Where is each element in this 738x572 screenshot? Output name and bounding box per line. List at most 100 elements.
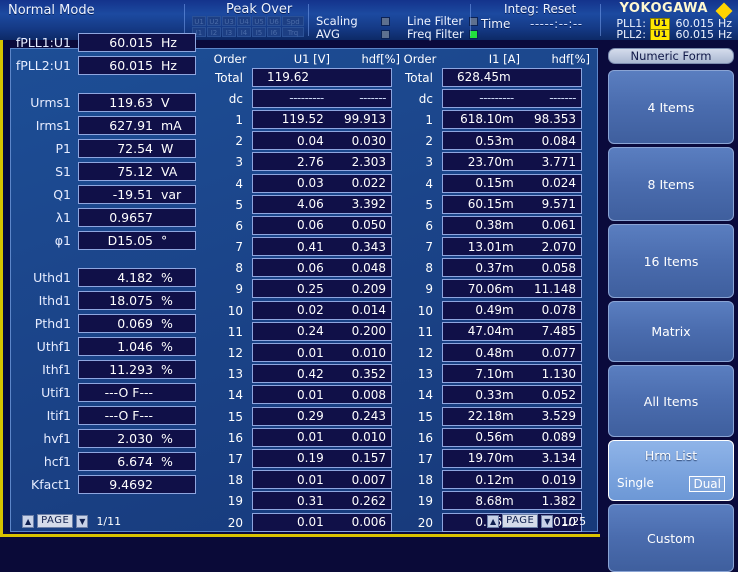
voltage-h16-value: 0.01: [297, 430, 324, 445]
peak-over-cell-trq: Trq: [282, 27, 304, 37]
current-h17-value: 19.70m: [467, 451, 514, 466]
harmonic-row: 2 0.53m 0.084: [398, 131, 596, 152]
harmonic-row: 6 0.06 0.050: [208, 215, 406, 236]
current-h13-hdf: 1.130: [541, 366, 576, 381]
header-hdf: hdf[%]: [551, 51, 590, 66]
divider: [600, 4, 601, 36]
harmonic-row: 18 0.12m 0.019: [398, 470, 596, 491]
harmonic-row: 12 0.01 0.010: [208, 342, 406, 363]
measurement-row: hcf1 6.674%: [14, 451, 196, 472]
current-h13-value: 7.10m: [475, 366, 514, 381]
voltage-h12-hdf: 0.010: [351, 345, 386, 360]
softkey-all-items[interactable]: All Items: [608, 365, 734, 437]
current-h14-value-box: 0.33m 0.052: [442, 385, 582, 405]
page-down-icon[interactable]: ▼: [76, 514, 89, 528]
current-h7-value-box: 13.01m 2.070: [442, 237, 582, 257]
peak-over-indicator-grid: U1 U2 U3 U4 U5 U6 Spd I1 I2 I3 I4 I5 I6 Trq: [192, 16, 304, 37]
softkey-4-items[interactable]: 4 Items: [608, 70, 734, 144]
current-h4-value: 0.15m: [475, 176, 514, 191]
current-h15-hdf: 3.529: [541, 409, 576, 424]
header-hdf: hdf[%]: [361, 51, 400, 66]
page-down-icon[interactable]: ▼: [541, 514, 554, 528]
voltage-h12-order: 12: [227, 346, 243, 361]
voltage-h8-value: 0.06: [297, 260, 324, 275]
softkey-custom[interactable]: Custom: [608, 504, 734, 572]
harmonic-row: 11 0.24 0.200: [208, 321, 406, 342]
distortion-value-box-4: 11.293%: [78, 360, 196, 379]
harmonic-row: 10 0.02 0.014: [208, 300, 406, 321]
harmonic-row: 5 60.15m 9.571: [398, 194, 596, 215]
voltage-h7-order: 7: [235, 240, 243, 255]
voltage-h14-value: 0.01: [297, 387, 324, 402]
current-h11-hdf: 7.485: [541, 324, 576, 339]
voltage-h6-hdf: 0.050: [351, 218, 386, 233]
voltage-h6-value: 0.06: [297, 218, 324, 233]
current-h10-value: 0.49m: [475, 303, 514, 318]
current-h19-order: 19: [417, 494, 433, 509]
current-h10-value-box: 0.49m 0.078: [442, 300, 582, 320]
page-up-icon[interactable]: ▲: [22, 514, 35, 528]
current-total-value-box: 628.45m: [442, 67, 582, 87]
current-h12-order: 12: [417, 346, 433, 361]
current-h3-value: 23.70m: [467, 154, 514, 169]
softkey-16-items[interactable]: 16 Items: [608, 224, 734, 298]
softkey-matrix[interactable]: Matrix: [608, 301, 734, 362]
power-unit-3: VA: [161, 164, 178, 179]
current-h19-value-box: 8.68m 1.382: [442, 491, 582, 511]
power-value-5: 0.9657: [109, 210, 153, 225]
power-value-box-0: 119.63 V: [78, 93, 196, 112]
distortion-label-6: Itif1: [46, 408, 71, 423]
right-page-control[interactable]: ▲ PAGE ▼ 1/25: [487, 514, 586, 528]
harmonic-row: 3 2.76 2.303: [208, 152, 406, 173]
current-h6-value: 0.38m: [475, 218, 514, 233]
measurement-row: λ1 0.9657: [14, 207, 196, 228]
distortion-unit-1: %: [161, 293, 173, 308]
voltage-h15-value: 0.29: [297, 409, 324, 424]
page-up-icon[interactable]: ▲: [487, 514, 500, 528]
distortion-value-1: 18.075: [109, 293, 153, 308]
softkey-hrm-list[interactable]: Hrm List Single Dual: [608, 440, 734, 501]
voltage-h9-value: 0.25: [297, 281, 324, 296]
voltage-h13-hdf: 0.352: [351, 366, 386, 381]
current-h11-value: 47.04m: [467, 324, 514, 339]
distortion-value-box-8: 6.674%: [78, 452, 196, 471]
distortion-value-8: 6.674: [117, 454, 153, 469]
left-page-number: 1/11: [96, 514, 122, 528]
softkey-option-dual[interactable]: Dual: [689, 476, 725, 492]
current-h6-order: 6: [425, 218, 433, 233]
current-h13-value-box: 7.10m 1.130: [442, 364, 582, 384]
harmonic-row: dc --------- -------: [398, 88, 596, 109]
voltage-h4-hdf: 0.022: [351, 176, 386, 191]
current-h11-order: 11: [417, 324, 433, 339]
voltage-h10-value: 0.02: [297, 303, 324, 318]
pll-freq-unit-0: Hz: [161, 35, 177, 50]
current-h7-hdf: 2.070: [541, 239, 576, 254]
power-label-0: Urms1: [30, 95, 71, 110]
measurement-row: Pthd1 0.069%: [14, 313, 196, 334]
measurement-row: S1 75.12 VA: [14, 161, 196, 182]
pll-frequency-group: fPLL1:U1 60.015 Hz fPLL2:U1 60.015 Hz: [14, 32, 196, 76]
voltage-h16-hdf: 0.010: [351, 430, 386, 445]
harmonic-row: Total 628.45m: [398, 67, 596, 88]
voltage-h16-value-box: 0.01 0.010: [252, 427, 392, 447]
softkey-8-items[interactable]: 8 Items: [608, 147, 734, 221]
harmonic-row: 7 0.41 0.343: [208, 237, 406, 258]
current-h12-value-box: 0.48m 0.077: [442, 343, 582, 363]
harmonic-row: 9 0.25 0.209: [208, 279, 406, 300]
peak-over-title: Peak Over: [226, 2, 293, 17]
current-h9-hdf: 11.148: [534, 281, 576, 296]
voltage-h2-order: 2: [235, 134, 243, 149]
distortion-value-3: 1.046: [117, 339, 153, 354]
softkey-option-single[interactable]: Single: [617, 476, 654, 492]
left-page-control[interactable]: ▲ PAGE ▼ 1/11: [22, 514, 121, 528]
divider: [308, 4, 309, 36]
current-h13-order: 13: [417, 367, 433, 382]
distortion-label-5: Utif1: [41, 385, 71, 400]
current-total-order: Total: [404, 70, 433, 85]
current-h9-value: 70.06m: [467, 281, 514, 296]
peak-over-cell-i5: I5: [252, 27, 266, 37]
measurement-row: Q1 -19.51 var: [14, 184, 196, 205]
harmonic-row: 15 22.18m 3.529: [398, 406, 596, 427]
distortion-unit-3: %: [161, 339, 173, 354]
current-h7-order: 7: [425, 240, 433, 255]
